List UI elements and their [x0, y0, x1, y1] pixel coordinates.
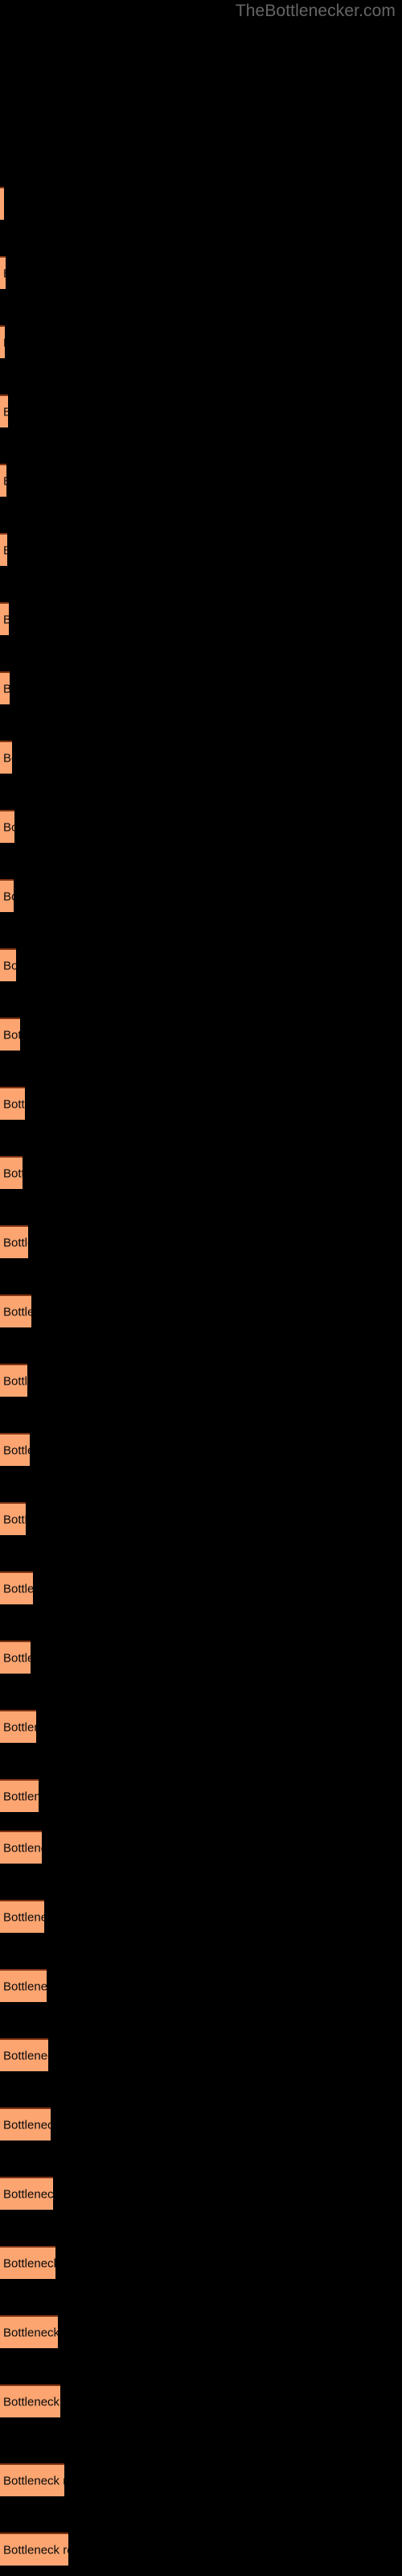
bar[interactable]: Bottleneck result: [0, 1018, 20, 1051]
bar[interactable]: Bottleneck result: [0, 2038, 48, 2071]
bar-label: Bottleneck result: [3, 2187, 53, 2201]
bar[interactable]: Bottleneck result: [0, 1364, 27, 1397]
bar[interactable]: Bottleneck result: [0, 948, 16, 981]
bar-label: Bottleneck result: [3, 2543, 68, 2557]
bar[interactable]: Bottleneck result: [0, 671, 10, 704]
bar[interactable]: Bottleneck result: [0, 1831, 42, 1864]
bar-label: Bottleneck result: [3, 959, 16, 972]
bar-label: Bottleneck result: [3, 475, 6, 487]
bar[interactable]: Bottleneck result: [0, 810, 14, 843]
bar-label: Bottleneck result: [3, 2326, 58, 2339]
bar-label: Bottleneck result: [3, 613, 9, 625]
bar-label: Bottleneck result: [3, 1305, 31, 1319]
bar[interactable]: Bottleneck result: [0, 1156, 23, 1189]
bar[interactable]: Bottleneck result: [0, 2246, 55, 2279]
bar-label: Bottleneck result: [3, 683, 10, 695]
bar[interactable]: Bottleneck result: [0, 1294, 31, 1327]
bar-label: Bottleneck result: [3, 1236, 28, 1249]
bar-label: Bottleneck result: [3, 1028, 20, 1042]
bar-label: Bottleneck result: [3, 336, 5, 349]
bar[interactable]: Bottleneck result: [0, 2463, 64, 2496]
bar[interactable]: Bottleneck result: [0, 187, 4, 220]
bar-label: Bottleneck result: [3, 1582, 33, 1596]
bar[interactable]: Bottleneck result: [0, 2384, 60, 2417]
bar[interactable]: Bottleneck result: [0, 1225, 28, 1258]
bar[interactable]: Bottleneck result: [0, 1641, 31, 1674]
bar-label: Bottleneck result: [3, 1513, 26, 1526]
bar[interactable]: Bottleneck result: [0, 1710, 36, 1743]
bar[interactable]: Bottleneck result: [0, 741, 12, 774]
bar-label: Bottleneck result: [3, 198, 4, 210]
bar[interactable]: Bottleneck result: [0, 256, 6, 289]
bar[interactable]: Bottleneck result: [0, 464, 6, 497]
bar[interactable]: Bottleneck result: [0, 2107, 51, 2140]
bar-label: Bottleneck result: [3, 1166, 23, 1180]
bar-label: Bottleneck result: [3, 2256, 55, 2270]
bar-label: Bottleneck result: [3, 751, 12, 765]
bar[interactable]: Bottleneck result: [0, 1779, 39, 1812]
bar-label: Bottleneck result: [3, 1651, 31, 1665]
bar-label: Bottleneck result: [3, 2395, 60, 2409]
bar-label: Bottleneck result: [3, 1790, 39, 1803]
bar-label: Bottleneck result: [3, 1097, 25, 1111]
bar[interactable]: Bottleneck result: [0, 602, 9, 635]
bar[interactable]: Bottleneck result: [0, 394, 8, 427]
bar-label: Bottleneck result: [3, 1841, 42, 1855]
bar[interactable]: Bottleneck result: [0, 533, 7, 566]
bar[interactable]: Bottleneck result: [0, 1969, 47, 2002]
bar[interactable]: Bottleneck result: [0, 2315, 58, 2348]
bar-label: Bottleneck result: [3, 267, 6, 279]
bar[interactable]: Bottleneck result: [0, 325, 5, 358]
bar[interactable]: Bottleneck result: [0, 879, 14, 912]
bar[interactable]: Bottleneck result: [0, 2177, 53, 2210]
bar-label: Bottleneck result: [3, 890, 14, 903]
bar-label: Bottleneck result: [3, 406, 8, 418]
bar-chart: Bottleneck result Bottleneck result Bottle…: [0, 0, 402, 2576]
bar[interactable]: Bottleneck result: [0, 1502, 26, 1535]
bar[interactable]: Bottleneck result: [0, 1433, 30, 1466]
bar[interactable]: Bottleneck result: [0, 1087, 25, 1120]
bar-label: Bottleneck result: [3, 820, 14, 834]
bar-label: Bottleneck result: [3, 1720, 36, 1734]
bar[interactable]: Bottleneck result: [0, 2533, 68, 2566]
bar-label: Bottleneck result: [3, 544, 7, 556]
bar-label: Bottleneck result: [3, 2474, 64, 2487]
bar-label: Bottleneck result: [3, 1910, 44, 1924]
bar-label: Bottleneck result: [3, 1979, 47, 1993]
bar[interactable]: Bottleneck result: [0, 1571, 33, 1604]
bar[interactable]: Bottleneck result: [0, 1900, 44, 1933]
bar-label: Bottleneck result: [3, 1443, 30, 1457]
bar-label: Bottleneck result: [3, 1374, 27, 1388]
bar-label: Bottleneck result: [3, 2118, 51, 2132]
bar-label: Bottleneck result: [3, 2049, 48, 2062]
